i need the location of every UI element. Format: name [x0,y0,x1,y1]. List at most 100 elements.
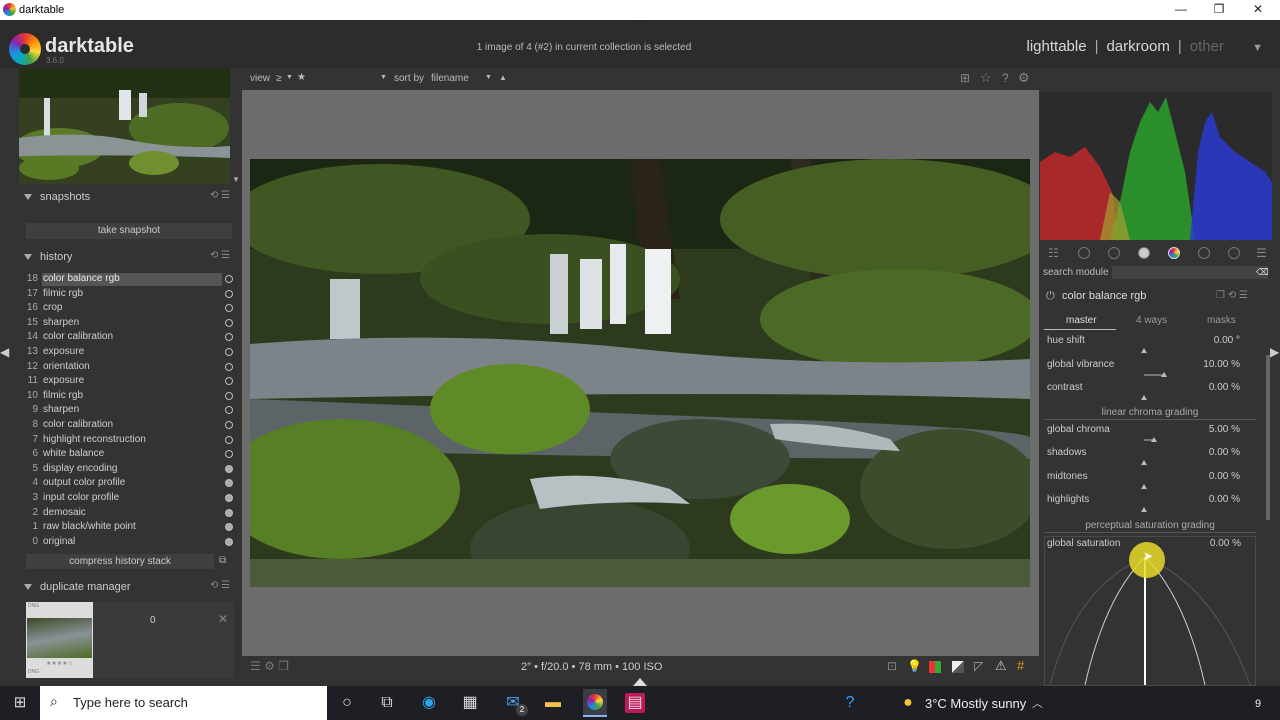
tab-master[interactable]: master [1066,315,1097,326]
module-options-icon[interactable]: ⟲ ☰ [210,580,230,591]
history-item[interactable]: 6 white balance [22,448,234,462]
history-item[interactable]: 16 crop [22,302,234,316]
history-item[interactable]: 12 orientation [22,361,234,375]
tab-masks[interactable]: masks [1207,315,1236,326]
history-item[interactable]: 8 color calibration [22,419,234,433]
maximize-button[interactable]: ❐ [1204,2,1234,16]
bottom-panel-toggle-icon[interactable] [633,678,647,686]
right-panel-collapse-icon[interactable]: ▶ [1270,345,1279,359]
sort-order-icon[interactable]: ▲ [499,73,507,82]
slider-handle[interactable] [1141,483,1147,489]
grid-overlay-icon[interactable]: # [1017,658,1024,673]
chevron-up-icon[interactable]: ︿ [1032,695,1043,711]
slider-handle[interactable] [1151,437,1157,442]
overexposed-icon[interactable]: ⚠ [995,658,1007,674]
history-item[interactable]: 13 exposure [22,346,234,360]
history-item[interactable]: 9 sharpen [22,404,234,418]
slider-row[interactable]: global chroma 5.00 % [1044,424,1256,446]
history-item[interactable]: 11 exposure [22,375,234,389]
main-image[interactable] [250,159,1030,587]
left-panel-collapse-icon[interactable]: ◀ [0,345,9,359]
chevron-down-icon[interactable]: ▼ [380,74,387,81]
quick-access-icon[interactable]: ☷ [1048,246,1059,260]
history-item[interactable]: 0 original [22,536,234,550]
snapshots-header[interactable]: snapshots ⟲ ☰ [22,190,234,208]
duplicate-row[interactable]: DNG ★★★★☆ DNG 0 ✕ [26,602,234,678]
tone-modules-icon[interactable] [1138,247,1150,259]
history-item[interactable]: 2 demosaic [22,507,234,521]
slider-row[interactable]: highlights 0.00 % [1044,494,1256,516]
store-icon[interactable]: ▦ [460,693,480,713]
duplicate-manager-header[interactable]: duplicate manager ⟲ ☰ [22,580,234,598]
chevron-down-icon[interactable]: ▼ [485,74,492,81]
effect-modules-icon[interactable] [1228,247,1240,259]
history-item[interactable]: 18 color balance rgb [22,273,234,287]
history-item[interactable]: 7 highlight reconstruction [22,434,234,448]
minimize-button[interactable]: — [1166,2,1196,16]
cortana-icon[interactable]: ○ [337,693,357,713]
history-item[interactable]: 1 raw black/white point [22,521,234,535]
taskbar-search[interactable]: ⌕ Type here to search [40,686,327,720]
view-darkroom[interactable]: darkroom [1106,38,1169,55]
gear-icon[interactable]: ⚙ [1018,70,1030,86]
history-item[interactable]: 15 sharpen [22,317,234,331]
copy-history-icon[interactable]: ⧉ [219,555,226,566]
task-view-icon[interactable]: ⧉ [377,693,397,713]
correct-modules-icon[interactable] [1198,247,1210,259]
darktable-taskbar-icon[interactable] [583,689,607,717]
global-saturation-slider[interactable]: global saturation 0.00 % ➤ [1044,536,1256,686]
slider-handle[interactable] [1161,371,1167,377]
tab-4-ways[interactable]: 4 ways [1136,315,1167,326]
history-item[interactable]: 17 filmic rgb [22,288,234,302]
history-item[interactable]: 14 color calibration [22,331,234,345]
rating-operator[interactable]: ≥ [276,73,282,84]
slider-row[interactable]: shadows 0.00 % [1044,447,1256,469]
chevron-down-icon[interactable]: ▼ [286,74,293,81]
chevron-down-icon[interactable]: ▼ [1252,42,1263,54]
file-explorer-icon[interactable]: ▬ [543,693,563,713]
history-item[interactable]: 10 filmic rgb [22,390,234,404]
slider-row[interactable]: hue shift 0.00 ° [1044,335,1256,357]
chevron-down-icon[interactable]: ▼ [232,175,240,184]
presets-menu-icon[interactable]: ☰ [1256,246,1267,260]
app-icon[interactable]: ▤ [625,693,645,713]
right-scrollbar[interactable] [1266,355,1270,520]
slider-row[interactable]: global vibrance 10.00 % [1044,359,1256,381]
slider-handle[interactable] [1141,506,1147,512]
layout-icons[interactable]: ☰ ⚙ ❐ [250,659,289,673]
slider-handle[interactable] [1141,395,1147,400]
slider-handle[interactable] [1141,348,1147,353]
windows-start-icon[interactable]: ⊞ [10,693,30,713]
module-header-icons[interactable]: ❐ ⟲ ☰ [1216,290,1248,301]
close-button[interactable]: ✕ [1243,2,1273,16]
close-icon[interactable]: ✕ [218,612,228,626]
history-item[interactable]: 4 output color profile [22,477,234,491]
take-snapshot-button[interactable]: take snapshot [26,223,232,239]
weather-text[interactable]: 3°C Mostly sunny [925,696,1026,711]
navigation-thumbnail[interactable] [14,68,230,184]
history-item[interactable]: 3 input color profile [22,492,234,506]
help-icon[interactable]: ? [840,693,860,713]
history-item[interactable]: 5 display encoding [22,463,234,477]
slider-handle[interactable] [1141,460,1147,466]
histogram[interactable] [1040,92,1272,240]
color-modules-icon[interactable] [1168,247,1180,259]
history-header[interactable]: history ⟲ ☰ [22,250,234,268]
rating-star-icon[interactable]: ★ [297,72,306,83]
power-icon[interactable]: ⏻ [1046,290,1055,303]
module-options-icon[interactable]: ⟲ ☰ [210,190,230,201]
compress-history-button[interactable]: compress history stack [26,554,214,569]
star-icon[interactable]: ☆ [980,70,992,86]
softproof-icon[interactable] [929,661,941,673]
slider-row[interactable]: midtones 0.00 % [1044,471,1256,493]
search-module-input[interactable] [1112,266,1268,279]
slider-row[interactable]: contrast 0.00 % [1044,382,1256,404]
duplicate-thumbnail[interactable]: DNG ★★★★☆ DNG [26,602,93,678]
clear-search-icon[interactable]: ⌫ [1256,267,1269,278]
view-other[interactable]: other [1190,38,1224,55]
view-lighttable[interactable]: lighttable [1027,38,1087,55]
focus-peaking-icon[interactable]: ⊡ [887,659,897,673]
base-modules-icon[interactable] [1108,247,1120,259]
sort-value[interactable]: filename [431,73,469,84]
gamut-icon[interactable] [952,661,964,673]
